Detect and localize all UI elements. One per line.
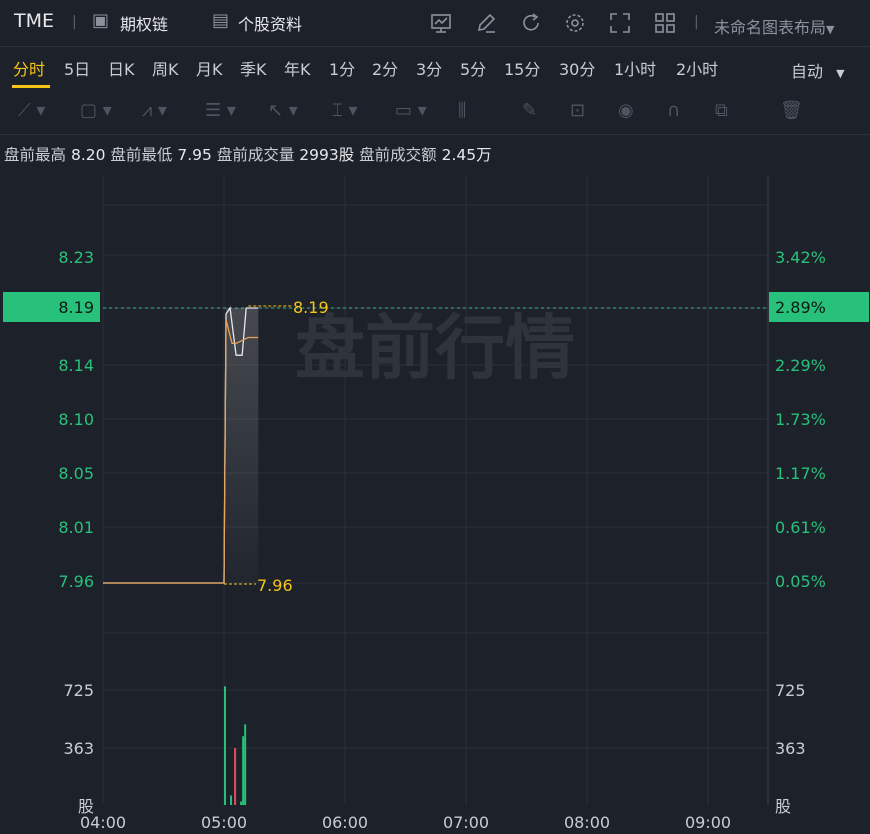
price-tick-label: 8.23 [58,248,94,267]
time-tick-label: 07:00 [443,813,489,832]
volume-tick-label: 725 [63,681,94,700]
time-tick-label: 09:00 [685,813,731,832]
pct-tick-label: 0.61% [775,518,826,537]
pct-tick-label: 1.17% [775,464,826,483]
price-tick-label: 8.10 [58,410,94,429]
time-tick-label: 06:00 [322,813,368,832]
intraday-chart[interactable]: 盘前行情 8.23 8.14 8.10 8.05 8.01 7.96 3.42% 2.29% 1… [0,0,870,834]
price-tick-label: 8.05 [58,464,94,483]
time-tick-label: 04:00 [80,813,126,832]
watermark: 盘前行情 [295,307,575,389]
pct-tick-label: 3.42% [775,248,826,267]
volume-tick-label: 725 [775,681,806,700]
volume-tick-label: 363 [63,739,94,758]
time-tick-label: 05:00 [201,813,247,832]
pct-tick-label: 2.29% [775,356,826,375]
current-pct-label: 2.89% [775,298,826,317]
price-tick-label: 7.96 [58,572,94,591]
high-marker-label: 8.19 [293,298,329,317]
price-tick-label: 8.14 [58,356,94,375]
current-price-label: 8.19 [58,298,94,317]
volume-unit-label: 股 [775,797,791,816]
price-tick-label: 8.01 [58,518,94,537]
chart-grid [102,175,769,805]
pct-tick-label: 0.05% [775,572,826,591]
time-axis: 04:00 05:00 06:00 07:00 08:00 09:00 [80,813,731,832]
time-tick-label: 08:00 [564,813,610,832]
volume-tick-label: 363 [775,739,806,758]
pct-tick-label: 1.73% [775,410,826,429]
low-marker-label: 7.96 [257,576,293,595]
